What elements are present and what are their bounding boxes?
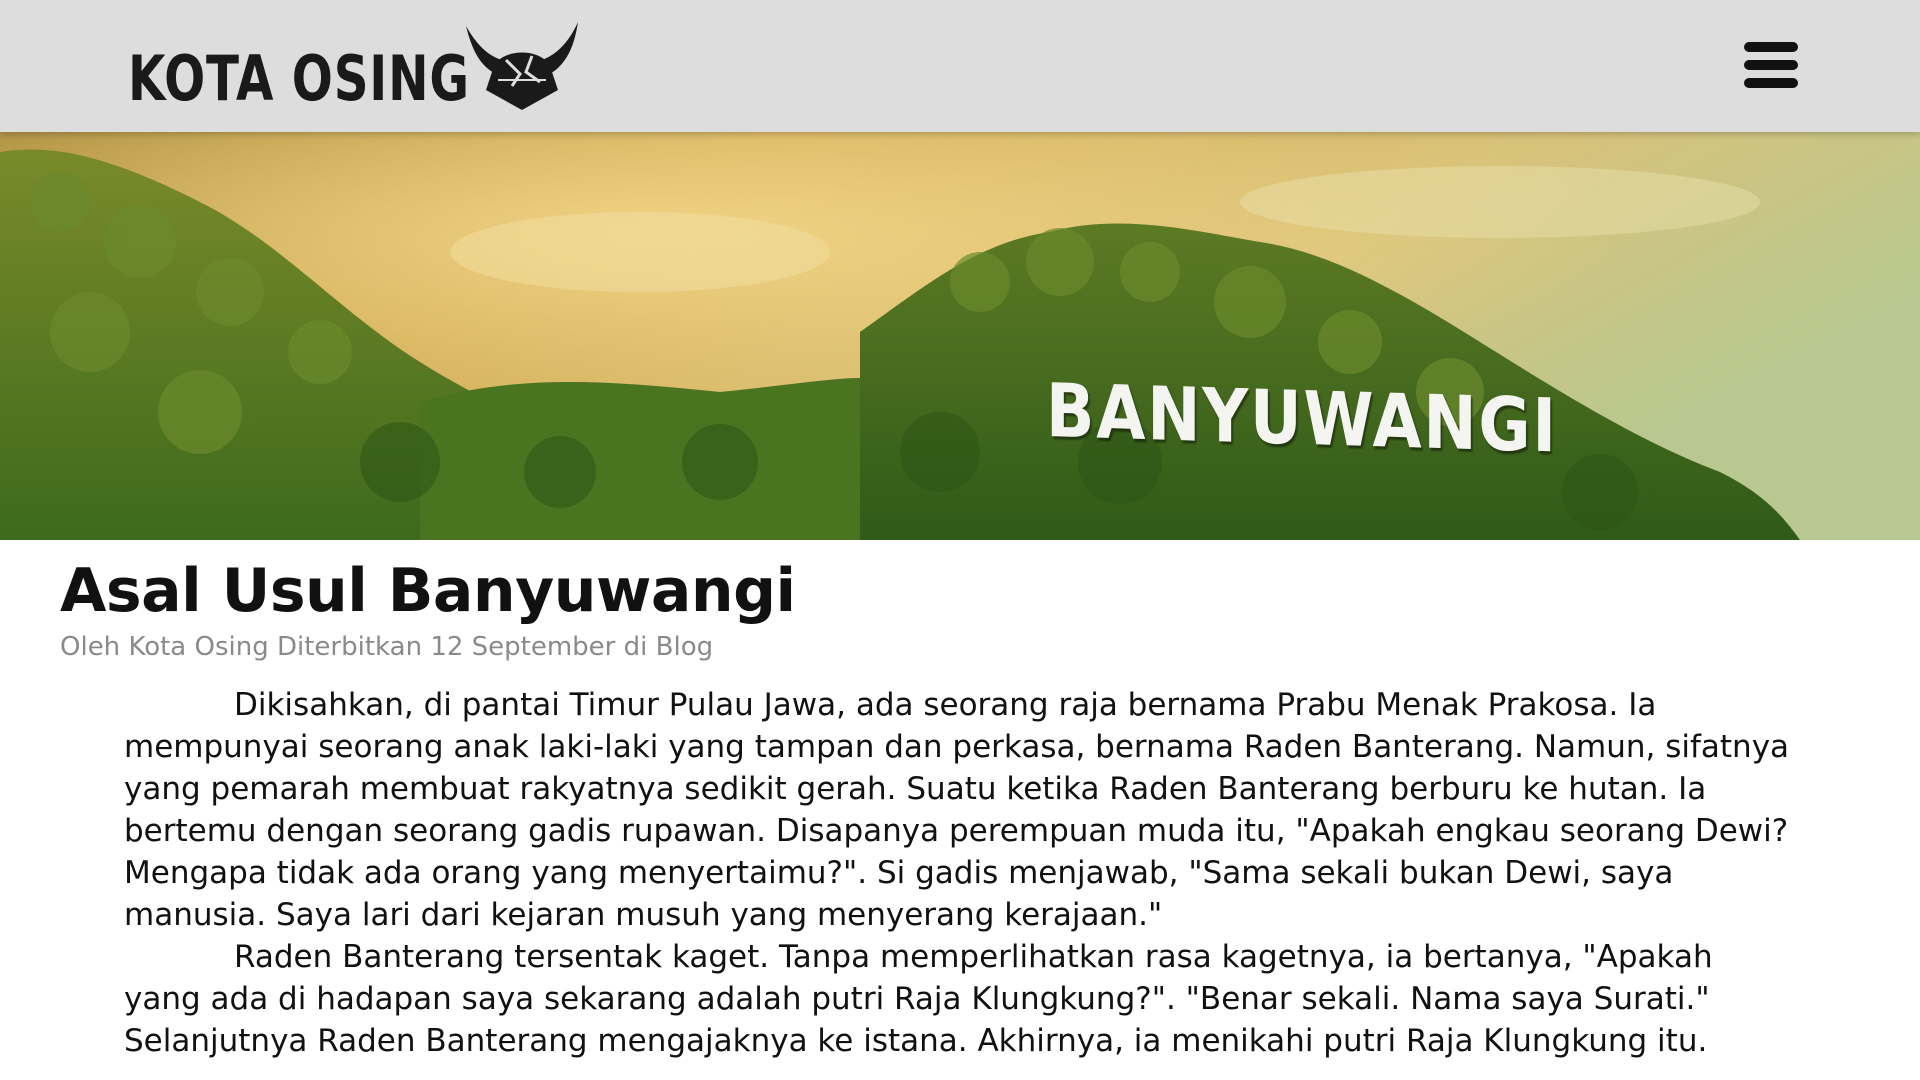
article-body: Dikisahkan, di pantai Timur Pulau Jawa, … <box>124 684 1796 1062</box>
site-header: KOTA OSING <box>0 0 1920 132</box>
meta-category-link[interactable]: Blog <box>656 632 713 662</box>
article-meta: Oleh Kota Osing Diterbitkan 12 September… <box>60 632 713 662</box>
meta-by-label: Oleh <box>60 632 121 662</box>
banyuwangi-sign-text: BANYUWANGI <box>1046 368 1558 470</box>
meta-published-label: Diterbitkan <box>276 632 423 662</box>
page-title: Asal Usul Banyuwangi <box>60 556 796 626</box>
site-logo[interactable]: KOTA OSING <box>128 20 582 112</box>
hero-banner-image: BANYUWANGI <box>0 132 1920 540</box>
menu-bar <box>1744 78 1798 88</box>
menu-bar <box>1744 60 1798 70</box>
article-paragraph: Raden Banterang tersentak kaget. Tanpa m… <box>124 939 1713 1059</box>
hero-landscape <box>0 132 1920 540</box>
hamburger-menu-icon[interactable] <box>1744 42 1798 88</box>
meta-date: 12 September <box>430 632 616 662</box>
viking-helmet-icon <box>466 22 578 110</box>
meta-in-label: di <box>623 632 648 662</box>
article-paragraph: Dikisahkan, di pantai Timur Pulau Jawa, … <box>124 687 1790 933</box>
logo-text: KOTA OSING <box>128 42 470 115</box>
meta-author-link[interactable]: Kota Osing <box>128 632 268 662</box>
menu-bar <box>1744 42 1798 52</box>
